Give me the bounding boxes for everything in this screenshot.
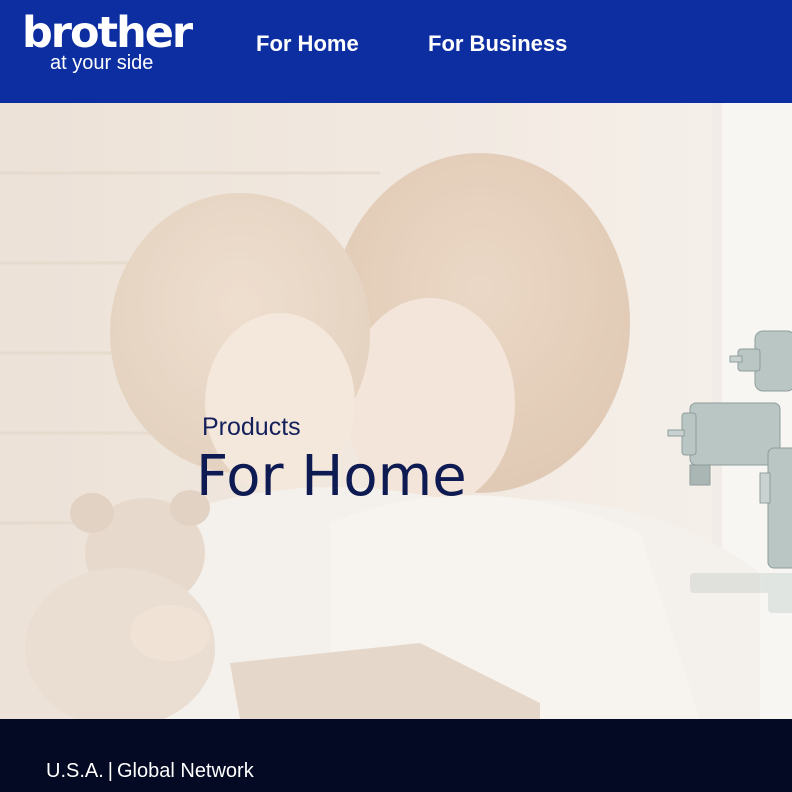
nav-for-business[interactable]: For Business bbox=[428, 30, 567, 58]
nav-for-home[interactable]: For Home bbox=[256, 30, 359, 58]
hero-title: For Home bbox=[196, 444, 467, 509]
logo-wordmark: brother bbox=[22, 8, 193, 58]
hero-eyebrow: Products bbox=[202, 413, 301, 441]
footer-separator: | bbox=[107, 760, 113, 782]
logo-tagline: at your side bbox=[50, 52, 154, 74]
footer-country-link[interactable]: U.S.A. bbox=[46, 760, 104, 782]
site-footer: U.S.A. | Global Network bbox=[0, 719, 792, 792]
hero-banner: Products For Home bbox=[0, 103, 792, 719]
footer-links: U.S.A. | Global Network bbox=[46, 759, 254, 783]
footer-global-network-link[interactable]: Global Network bbox=[117, 760, 254, 782]
site-header: brother at your side For Home For Busine… bbox=[0, 0, 792, 103]
gear-motor-illustration bbox=[667, 330, 792, 613]
brother-logo[interactable]: brother at your side bbox=[22, 8, 193, 78]
